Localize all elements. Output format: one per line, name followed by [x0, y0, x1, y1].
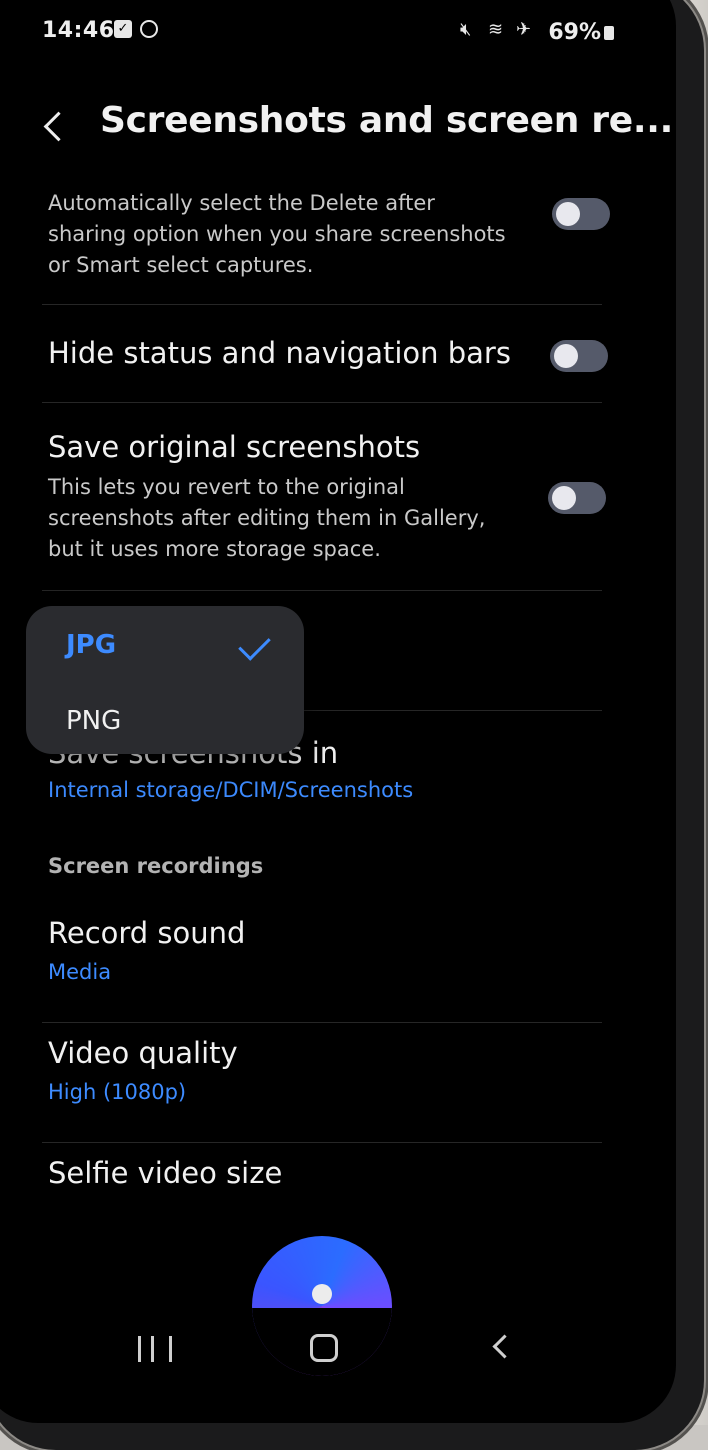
- status-bar: 14:46 ✓ 🔇︎ ≋ ✈ 69%: [42, 8, 614, 48]
- save-location-value: Internal storage/DCIM/Screenshots: [48, 778, 414, 802]
- mute-icon: 🔇︎: [460, 19, 472, 40]
- record-dot-icon: [312, 1284, 332, 1304]
- message-icon: ✓: [114, 20, 132, 38]
- delete-after-sharing-description: Automatically select the Delete after sh…: [48, 191, 506, 277]
- format-option-png[interactable]: PNG: [66, 706, 121, 736]
- save-original-row[interactable]: Save original screenshots: [48, 430, 608, 464]
- save-original-description-row: This lets you revert to the original scr…: [48, 472, 508, 565]
- video-quality-title: Video quality: [48, 1036, 238, 1070]
- selfie-video-size-row[interactable]: Selfie video size: [48, 1156, 608, 1190]
- airplane-icon: ✈: [516, 19, 532, 40]
- save-original-toggle[interactable]: [548, 482, 606, 514]
- hide-bars-title: Hide status and navigation bars: [48, 336, 511, 370]
- format-dropdown-menu: JPG PNG: [26, 606, 304, 754]
- record-sound-value: Media: [48, 960, 112, 984]
- phone-screen: 14:46 ✓ 🔇︎ ≋ ✈ 69% Screenshots and scree…: [0, 0, 676, 1423]
- wifi-icon: ≋: [488, 19, 504, 40]
- screen-recordings-header: Screen recordings: [48, 854, 264, 878]
- divider: [42, 1022, 602, 1023]
- format-option-jpg[interactable]: JPG: [66, 630, 116, 660]
- page-title: Screenshots and screen re...: [100, 100, 673, 141]
- navigation-bar: [0, 1308, 676, 1378]
- back-arrow-icon[interactable]: [43, 111, 74, 142]
- phone-frame: 14:46 ✓ 🔇︎ ≋ ✈ 69% Screenshots and scree…: [0, 0, 704, 1450]
- delete-after-sharing-row[interactable]: Automatically select the Delete after sh…: [48, 188, 518, 281]
- nav-back-icon[interactable]: [492, 1334, 517, 1359]
- hide-bars-row[interactable]: Hide status and navigation bars: [48, 336, 608, 370]
- record-sound-value-row: Media: [48, 960, 608, 984]
- divider: [42, 1142, 602, 1143]
- home-icon[interactable]: [310, 1334, 338, 1362]
- video-quality-value: High (1080p): [48, 1080, 187, 1104]
- recents-icon[interactable]: [138, 1336, 172, 1362]
- app-header: Screenshots and screen re...: [0, 98, 673, 158]
- divider: [42, 304, 602, 305]
- save-original-description: This lets you revert to the original scr…: [48, 475, 486, 561]
- save-original-title: Save original screenshots: [48, 430, 421, 464]
- video-quality-row[interactable]: Video quality: [48, 1036, 608, 1070]
- divider: [42, 590, 602, 591]
- divider: [42, 402, 602, 403]
- checkmark-icon: [238, 628, 271, 661]
- status-time: 14:46: [42, 18, 115, 43]
- section-header: Screen recordings: [48, 854, 608, 878]
- record-sound-title: Record sound: [48, 916, 246, 950]
- save-location-value-row: Internal storage/DCIM/Screenshots: [48, 778, 608, 802]
- selfie-video-size-title: Selfie video size: [48, 1156, 283, 1190]
- video-quality-value-row: High (1080p): [48, 1080, 608, 1104]
- sync-icon: [140, 20, 158, 38]
- hide-bars-toggle[interactable]: [550, 340, 608, 372]
- battery-percent: 69%: [548, 20, 601, 45]
- delete-after-sharing-toggle[interactable]: [552, 198, 610, 230]
- record-sound-row[interactable]: Record sound: [48, 916, 608, 950]
- battery-icon: [604, 26, 614, 40]
- battery-status: 69%: [548, 20, 614, 45]
